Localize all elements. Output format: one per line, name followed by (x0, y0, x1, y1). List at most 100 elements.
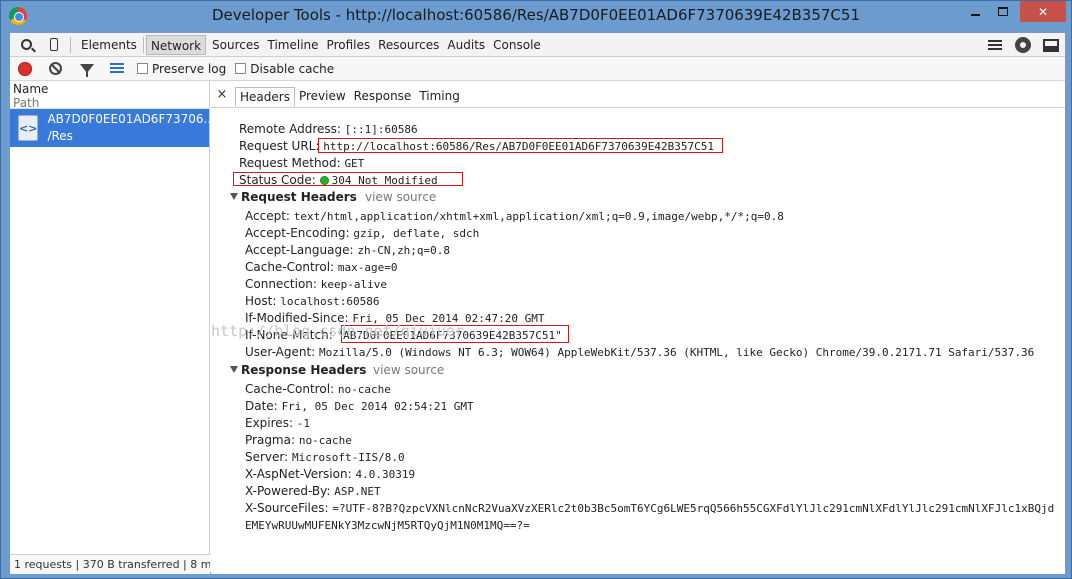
view-source-link[interactable]: view source (365, 189, 436, 206)
collapse-triangle-icon (230, 366, 238, 373)
dock-button[interactable] (1037, 33, 1065, 57)
tab-timeline[interactable]: Timeline (264, 35, 323, 55)
tab-audits[interactable]: Audits (443, 35, 489, 55)
header-value[interactable]: max-age=0 (338, 261, 398, 274)
disable-cache-label: Disable cache (250, 61, 335, 76)
close-details-icon[interactable]: × (213, 81, 231, 107)
request-header-row: Host: localhost:60586 (245, 293, 380, 310)
header-key: Request URL: (239, 139, 320, 153)
header-value[interactable]: 4.0.30319 (355, 468, 415, 481)
header-value[interactable]: =?UTF-8?B?QzpcVXNlcnNcR2VuaXVzXERlc2t0b3… (245, 502, 1054, 532)
general-row: Remote Address: [::1]:60586 (239, 121, 418, 138)
header-value[interactable]: Mozilla/5.0 (Windows NT 6.3; WOW64) Appl… (319, 346, 1034, 359)
show-drawer-button[interactable] (981, 33, 1009, 57)
header-value[interactable]: localhost:60586 (280, 295, 379, 308)
header-key: Accept-Language: (245, 243, 354, 257)
header-value[interactable]: Microsoft-IIS/8.0 (292, 451, 405, 464)
window-title: Developer Tools - http://localhost:60586… (211, 6, 860, 24)
tab-elements[interactable]: Elements (77, 35, 141, 55)
response-header-row: Expires: -1 (245, 415, 310, 432)
document-icon: <> (18, 115, 39, 141)
disable-cache-toggle[interactable]: Disable cache (235, 62, 334, 76)
header-key: Accept: (245, 209, 290, 223)
collapse-triangle-icon (230, 193, 238, 200)
header-key: Cache-Control: (245, 382, 335, 396)
tab-network[interactable]: Network (145, 34, 207, 55)
header-key: X-Powered-By: (245, 484, 331, 498)
network-summary: 1 requests | 370 B transferred | 8 ms... (10, 554, 210, 574)
tab-sources[interactable]: Sources (208, 35, 263, 55)
request-headers-section[interactable]: Request Headers (230, 189, 357, 206)
header-key: Cache-Control: (245, 260, 335, 274)
header-value[interactable]: ASP.NET (334, 485, 380, 498)
header-value[interactable]: zh-CN,zh;q=0.8 (357, 244, 450, 257)
request-header-row: User-Agent: Mozilla/5.0 (Windows NT 6.3;… (245, 344, 1034, 361)
request-label: AB7D0F0EE01AD6F73706... /Res (47, 111, 215, 145)
header-key: Expires: (245, 416, 293, 430)
response-header-row: X-Powered-By: ASP.NET (245, 483, 381, 500)
inspect-element-button[interactable] (12, 33, 40, 57)
title-bar[interactable]: Developer Tools - http://localhost:60586… (1, 1, 1071, 32)
header-value[interactable]: no-cache (338, 383, 391, 396)
view-source-link[interactable]: view source (373, 362, 444, 379)
tab-headers[interactable]: Headers (235, 87, 295, 107)
tab-profiles[interactable]: Profiles (323, 35, 375, 55)
response-header-row: Cache-Control: no-cache (245, 381, 391, 398)
response-headers-section[interactable]: Response Headers (230, 362, 366, 379)
highlight-box (318, 138, 723, 153)
clear-button[interactable] (49, 62, 62, 75)
minimize-button[interactable] (962, 1, 988, 22)
header-key: Host: (245, 294, 277, 308)
list-view-icon[interactable] (110, 63, 124, 74)
device-mode-button[interactable] (40, 33, 68, 57)
header-value[interactable]: keep-alive (321, 278, 387, 291)
column-path-header: Path (13, 96, 40, 110)
details-tab-bar: × Headers Preview Response Timing (211, 81, 1065, 108)
tab-preview[interactable]: Preview (295, 87, 350, 107)
console-drawer-icon (988, 40, 1002, 50)
network-toolbar: Preserve log Disable cache (10, 57, 1065, 81)
tab-console[interactable]: Console (489, 35, 545, 55)
request-list-header[interactable]: Name Path (10, 81, 209, 110)
close-button[interactable]: ✕ (1020, 1, 1066, 22)
header-value[interactable]: no-cache (299, 434, 352, 447)
header-value[interactable]: gzip, deflate, sdch (353, 227, 479, 240)
request-row[interactable]: <> AB7D0F0EE01AD6F73706... /Res (10, 109, 215, 147)
request-headers-title: Request Headers (241, 190, 357, 204)
minimize-icon (970, 13, 980, 16)
mobile-device-icon (50, 38, 58, 51)
tab-response[interactable]: Response (350, 87, 416, 107)
header-key: X-SourceFiles: (245, 501, 329, 515)
response-header-row: Pragma: no-cache (245, 432, 352, 449)
request-name: AB7D0F0EE01AD6F73706... (47, 112, 215, 126)
header-value[interactable]: GET (344, 157, 364, 170)
header-key: Date: (245, 399, 278, 413)
filter-icon[interactable] (80, 64, 94, 77)
tab-timing[interactable]: Timing (415, 87, 464, 107)
request-path: /Res (47, 129, 73, 143)
response-header-row: Date: Fri, 05 Dec 2014 02:54:21 GMT (245, 398, 474, 415)
header-key: Remote Address: (239, 122, 341, 136)
settings-button[interactable] (1009, 33, 1037, 57)
tab-resources[interactable]: Resources (374, 35, 443, 55)
preserve-log-toggle[interactable]: Preserve log (137, 62, 226, 76)
record-button[interactable] (18, 61, 32, 76)
toolbar-divider (142, 36, 144, 53)
disable-cache-checkbox[interactable] (235, 63, 247, 74)
header-key: X-AspNet-Version: (245, 467, 352, 481)
maximize-button[interactable] (990, 1, 1016, 22)
header-key: User-Agent: (245, 345, 316, 359)
header-value[interactable]: [::1]:60586 (345, 123, 418, 136)
preserve-log-label: Preserve log (152, 61, 227, 76)
toolbar-divider (70, 36, 71, 53)
response-headers-title: Response Headers (241, 363, 367, 377)
devtools-toolbar: Elements Network Sources Timeline Profil… (10, 33, 1065, 57)
header-value[interactable]: -1 (297, 417, 310, 430)
header-value[interactable]: Fri, 05 Dec 2014 02:54:21 GMT (282, 400, 474, 413)
header-value[interactable]: text/html,application/xhtml+xml,applicat… (294, 210, 784, 223)
window-frame: Developer Tools - http://localhost:60586… (0, 0, 1072, 579)
response-header-row: X-SourceFiles: =?UTF-8?B?QzpcVXNlcnNcR2V… (245, 500, 1055, 534)
preserve-log-checkbox[interactable] (137, 63, 148, 74)
request-header-row: Connection: keep-alive (245, 276, 387, 293)
request-list-panel: Name Path <> AB7D0F0EE01AD6F73706... /Re… (10, 81, 215, 574)
